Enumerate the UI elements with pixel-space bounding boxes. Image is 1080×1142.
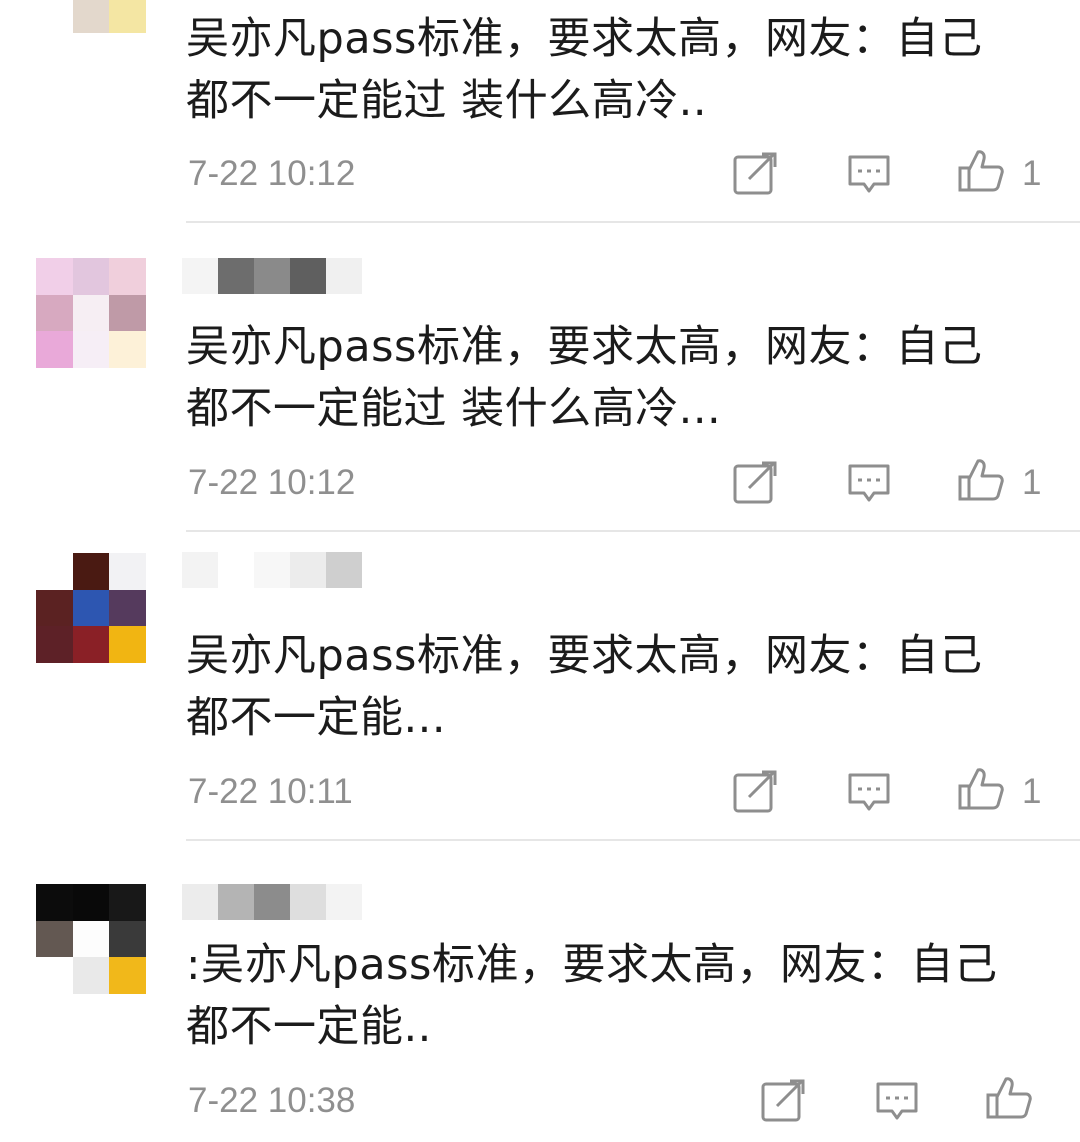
avatar[interactable] (36, 884, 146, 994)
repost-icon[interactable] (732, 770, 778, 814)
avatar[interactable] (36, 0, 146, 70)
username-pixel (290, 258, 326, 294)
avatar-pixel (109, 33, 146, 70)
comment-time: 7-22 10:11 (188, 772, 353, 811)
comment-time: 7-22 10:12 (188, 154, 356, 193)
username-pixel (218, 258, 254, 294)
avatar-pixel (36, 0, 73, 34)
username-pixel (254, 552, 290, 588)
username-pixel (326, 552, 362, 588)
avatar-pixel (36, 884, 73, 921)
username-pixel (182, 552, 218, 588)
avatar-pixel (36, 33, 73, 70)
like-count: 1 (1022, 772, 1042, 811)
avatar-pixel (109, 957, 146, 994)
username-pixel (218, 552, 254, 588)
like-icon[interactable] (958, 766, 1004, 810)
avatar-pixel (109, 553, 146, 590)
avatar-pixel (72, 0, 110, 34)
username-pixel (290, 552, 326, 588)
avatar-pixel (72, 884, 110, 921)
comment-text: 吴亦凡pass标准，要求太高，网友：自己 都不一定能过 装什么高冷... (186, 322, 983, 434)
repost-icon[interactable] (760, 1079, 806, 1123)
comment-time: 7-22 10:12 (188, 463, 356, 502)
avatar-pixel (109, 626, 146, 663)
avatar-pixel (109, 884, 146, 921)
avatar-pixel (72, 626, 110, 663)
username-pixel (326, 884, 362, 920)
avatar-pixel (109, 294, 146, 332)
username-pixel (290, 884, 326, 920)
avatar-pixel (109, 589, 146, 627)
divider (186, 530, 1080, 532)
like-count: 1 (1022, 463, 1042, 502)
avatar-pixel (36, 294, 73, 332)
avatar-pixel (109, 258, 146, 295)
comment-text: :吴亦凡pass标准，要求太高，网友：自己 都不一定能.. (186, 940, 998, 1052)
avatar-pixel (36, 258, 73, 295)
avatar-pixel (72, 920, 110, 958)
reply-icon[interactable] (846, 152, 892, 196)
avatar-pixel (72, 589, 110, 627)
avatar-pixel (36, 553, 73, 590)
avatar-pixel (72, 331, 110, 368)
reply-icon[interactable] (846, 461, 892, 505)
like-icon[interactable] (958, 457, 1004, 501)
username[interactable] (182, 552, 432, 588)
avatar-pixel (72, 33, 110, 70)
avatar-pixel (36, 957, 73, 994)
divider (186, 839, 1080, 841)
like-icon[interactable] (986, 1075, 1032, 1119)
avatar-pixel (36, 626, 73, 663)
username-pixel (254, 258, 290, 294)
reply-icon[interactable] (846, 770, 892, 814)
avatar[interactable] (36, 553, 146, 663)
avatar-pixel (72, 553, 110, 590)
avatar-pixel (109, 331, 146, 368)
reply-icon[interactable] (874, 1079, 920, 1123)
avatar-pixel (36, 589, 73, 627)
username-pixel (182, 258, 218, 294)
avatar-pixel (72, 957, 110, 994)
comment-text: 吴亦凡pass标准，要求太高，网友：自己 都不一定能过 装什么高冷.. (186, 14, 983, 126)
divider (186, 221, 1080, 223)
username-pixel (254, 884, 290, 920)
avatar-pixel (109, 920, 146, 958)
like-count: 1 (1022, 154, 1042, 193)
avatar-pixel (72, 294, 110, 332)
repost-icon[interactable] (732, 152, 778, 196)
comment-time: 7-22 10:38 (188, 1081, 356, 1120)
username-pixel (218, 884, 254, 920)
username-pixel (182, 884, 218, 920)
username[interactable] (182, 258, 432, 294)
username[interactable] (182, 884, 432, 920)
username-pixel (326, 258, 362, 294)
like-icon[interactable] (958, 148, 1004, 192)
avatar-pixel (36, 920, 73, 958)
avatar-pixel (72, 258, 110, 295)
repost-icon[interactable] (732, 461, 778, 505)
avatar-pixel (109, 0, 146, 34)
avatar[interactable] (36, 258, 146, 368)
comment-text: 吴亦凡pass标准，要求太高，网友：自己 都不一定能... (186, 631, 983, 743)
avatar-pixel (36, 331, 73, 368)
